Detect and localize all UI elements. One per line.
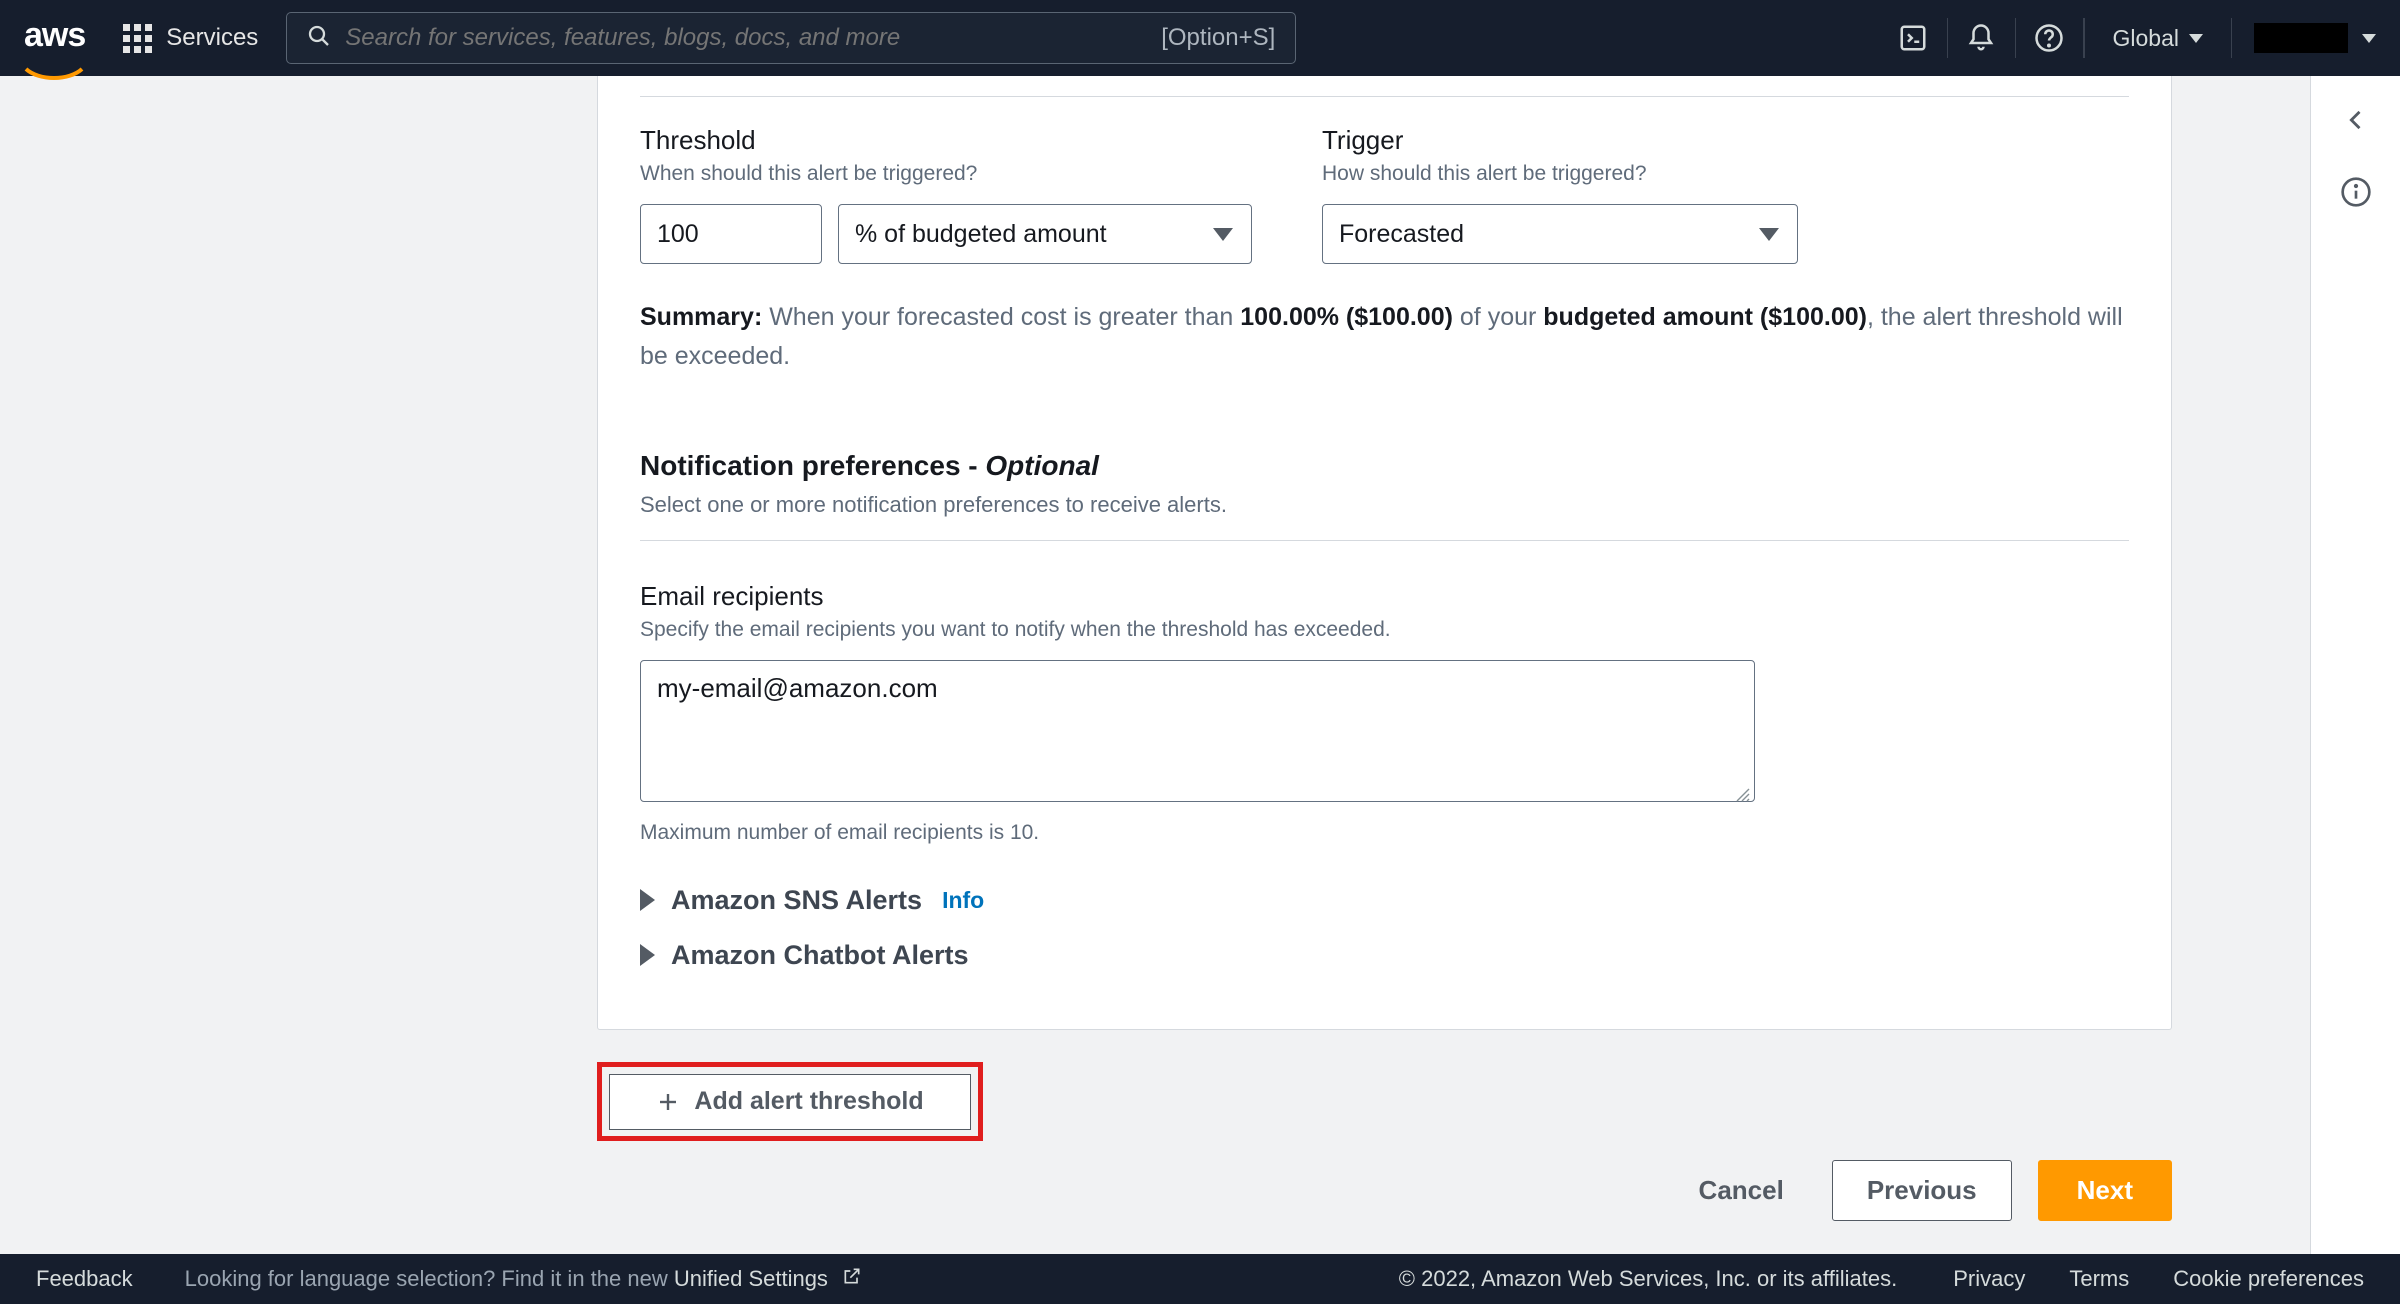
- notification-prefs-title: Notification preferences - Optional: [640, 450, 2129, 482]
- search-box[interactable]: [Option+S]: [286, 12, 1296, 64]
- plus-icon: [656, 1090, 680, 1114]
- alert-summary: Summary: When your forecasted cost is gr…: [640, 298, 2129, 376]
- chatbot-alerts-expander[interactable]: Amazon Chatbot Alerts: [640, 940, 2129, 971]
- trigger-select[interactable]: Forecasted: [1322, 204, 1798, 264]
- summary-prefix: Summary:: [640, 303, 762, 331]
- next-button[interactable]: Next: [2038, 1160, 2172, 1221]
- top-nav: aws Services [Option+S] Global: [0, 0, 2400, 76]
- nav-right: Global: [1880, 18, 2376, 58]
- email-recipients-textarea[interactable]: [640, 660, 1755, 802]
- trigger-label: Trigger: [1322, 125, 1798, 156]
- sns-alerts-label: Amazon SNS Alerts: [671, 885, 922, 916]
- wizard-buttons: Cancel Previous Next: [597, 1160, 2172, 1221]
- account-id-redacted: [2254, 23, 2348, 53]
- expand-icon: [640, 889, 655, 911]
- trigger-value: Forecasted: [1339, 220, 1464, 249]
- cookie-prefs-link[interactable]: Cookie preferences: [2173, 1266, 2364, 1292]
- threshold-unit-value: % of budgeted amount: [855, 220, 1107, 249]
- threshold-sublabel: When should this alert be triggered?: [640, 162, 1280, 186]
- summary-budget: budgeted amount ($100.00): [1543, 303, 1867, 331]
- sns-alerts-expander[interactable]: Amazon SNS Alerts Info: [640, 885, 2129, 916]
- search-hotkey: [Option+S]: [1161, 24, 1275, 52]
- help-panel-rail: [2310, 76, 2400, 1254]
- add-alert-threshold-button[interactable]: Add alert threshold: [609, 1074, 971, 1130]
- external-link-icon: [842, 1266, 862, 1291]
- resize-handle-icon[interactable]: [1735, 787, 1751, 803]
- threshold-unit-select[interactable]: % of budgeted amount: [838, 204, 1252, 264]
- chevron-down-icon: [2362, 34, 2376, 43]
- alert-threshold-card: Threshold When should this alert be trig…: [597, 76, 2172, 1030]
- terms-link[interactable]: Terms: [2069, 1266, 2129, 1292]
- add-threshold-label: Add alert threshold: [694, 1087, 923, 1116]
- account-menu[interactable]: [2232, 23, 2376, 53]
- aws-logo-text: aws: [24, 16, 85, 54]
- expand-icon: [640, 944, 655, 966]
- services-menu-button[interactable]: Services: [123, 24, 258, 53]
- privacy-link[interactable]: Privacy: [1953, 1266, 2025, 1292]
- threshold-label: Threshold: [640, 125, 1280, 156]
- info-panel-button[interactable]: [2336, 172, 2376, 212]
- services-grid-icon: [123, 24, 152, 53]
- region-selector[interactable]: Global: [2084, 18, 2232, 58]
- email-label: Email recipients: [640, 581, 2129, 612]
- add-threshold-highlight: Add alert threshold: [597, 1062, 983, 1141]
- services-label: Services: [166, 24, 258, 52]
- notification-prefs-sub: Select one or more notification preferen…: [640, 492, 2129, 518]
- aws-logo[interactable]: aws: [24, 16, 85, 61]
- cancel-button[interactable]: Cancel: [1677, 1161, 1806, 1220]
- region-label: Global: [2113, 25, 2179, 52]
- chevron-down-icon: [1759, 228, 1779, 241]
- divider: [640, 540, 2129, 541]
- chevron-down-icon: [1213, 228, 1233, 241]
- help-icon[interactable]: [2016, 18, 2084, 58]
- threshold-value-input[interactable]: [640, 204, 822, 264]
- console-footer: Feedback Looking for language selection?…: [0, 1254, 2400, 1304]
- notifications-icon[interactable]: [1948, 18, 2016, 58]
- sns-info-link[interactable]: Info: [942, 887, 984, 914]
- cloudshell-icon[interactable]: [1880, 18, 1948, 58]
- email-note: Maximum number of email recipients is 10…: [640, 821, 2129, 845]
- email-sublabel: Specify the email recipients you want to…: [640, 618, 2129, 642]
- summary-percent: 100.00% ($100.00): [1240, 303, 1453, 331]
- trigger-sublabel: How should this alert be triggered?: [1322, 162, 1798, 186]
- collapse-panel-button[interactable]: [2336, 100, 2376, 140]
- feedback-link[interactable]: Feedback: [36, 1266, 133, 1292]
- aws-swoosh-icon: [24, 51, 84, 61]
- search-input[interactable]: [345, 24, 1149, 52]
- divider: [640, 96, 2129, 97]
- chevron-down-icon: [2189, 34, 2203, 43]
- copyright: © 2022, Amazon Web Services, Inc. or its…: [1399, 1266, 1897, 1292]
- previous-button[interactable]: Previous: [1832, 1160, 2012, 1221]
- language-hint: Looking for language selection? Find it …: [185, 1266, 862, 1292]
- chatbot-alerts-label: Amazon Chatbot Alerts: [671, 940, 969, 971]
- unified-settings-link[interactable]: Unified Settings: [674, 1266, 828, 1291]
- search-icon: [307, 24, 331, 53]
